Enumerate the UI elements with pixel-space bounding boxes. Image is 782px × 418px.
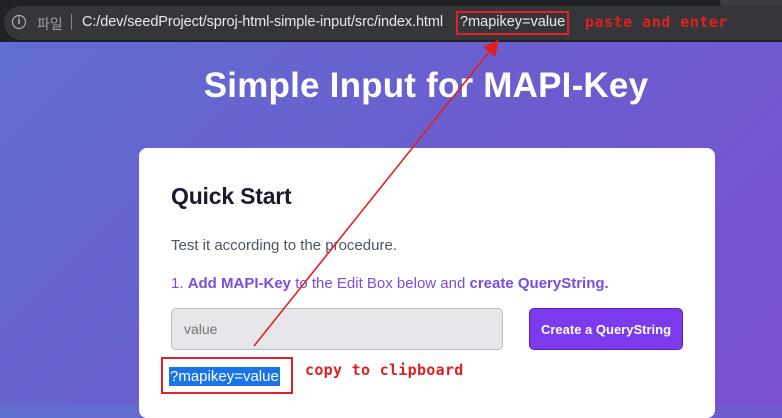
url-divider (71, 14, 72, 30)
step-instruction: 1. Add MAPI-Key to the Edit Box below an… (171, 275, 609, 292)
info-icon[interactable]: i (12, 15, 26, 29)
mapi-key-input[interactable] (171, 308, 503, 350)
step-add-key: Add MAPI-Key (187, 275, 292, 292)
step-number: 1. (171, 275, 184, 292)
card-title: Quick Start (171, 183, 292, 209)
address-highlight-box (456, 11, 569, 35)
intro-text: Test it according to the procedure. (171, 237, 397, 254)
output-highlight-box (161, 357, 293, 394)
step-create-query: create QueryString. (469, 275, 609, 292)
paste-annotation: paste and enter (585, 13, 728, 31)
browser-address-bar: i 파일 C:/dev/seedProject/sproj-html-simpl… (0, 0, 782, 42)
url-path[interactable]: C:/dev/seedProject/sproj-html-simple-inp… (82, 14, 443, 30)
copy-annotation: copy to clipboard (305, 361, 464, 379)
create-querystring-button[interactable]: Create a QueryString (529, 308, 683, 350)
page-title: Simple Input for MAPI-Key (203, 66, 649, 105)
step-middle: to the Edit Box below and (295, 275, 466, 292)
url-scheme-label: 파일 (37, 17, 63, 33)
